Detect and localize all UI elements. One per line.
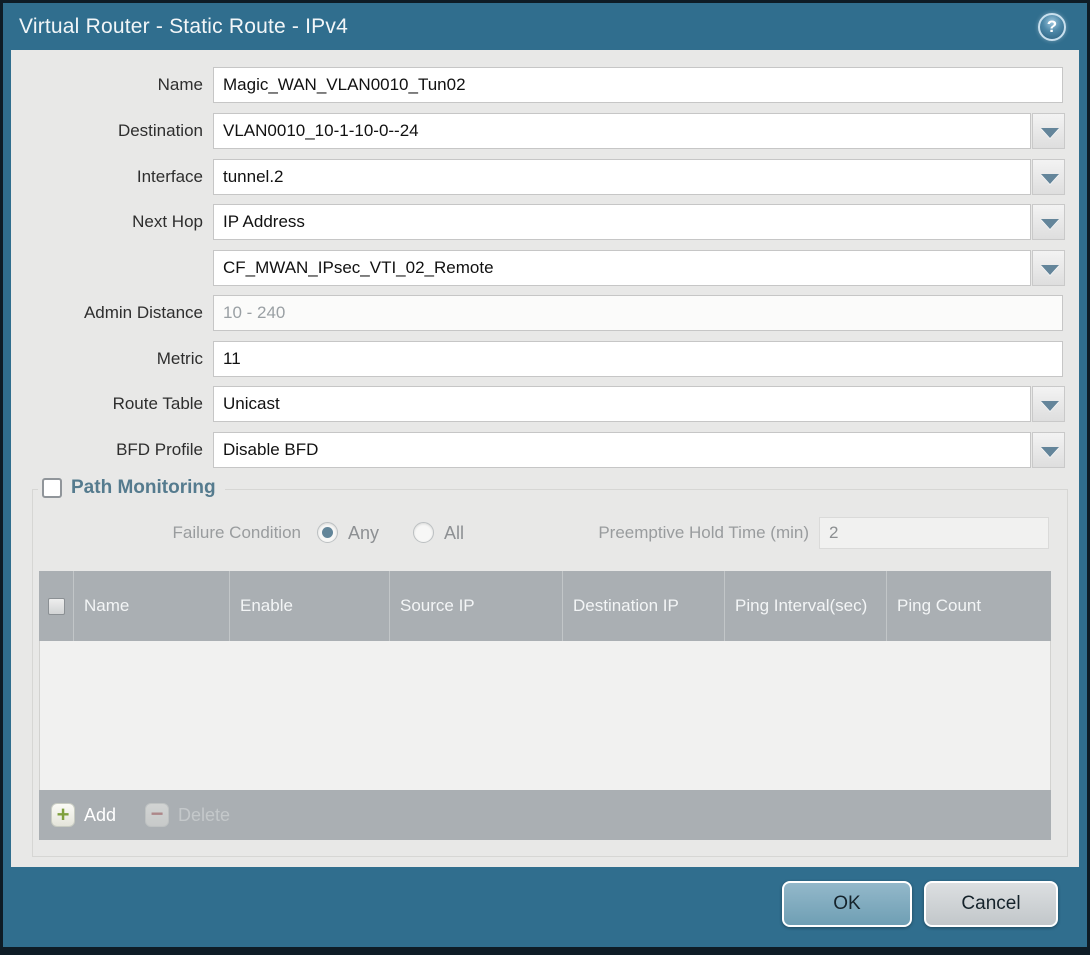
next-hop-address-label — [11, 250, 203, 286]
table-header-row: Name Enable Source IP Destination IP Pin… — [39, 571, 1051, 641]
interface-dropdown-button[interactable] — [1032, 159, 1065, 195]
admin-distance-input[interactable] — [213, 295, 1063, 331]
failure-condition-all-radio[interactable] — [413, 522, 434, 543]
failure-condition-any-label: Any — [348, 517, 379, 549]
route-table-dropdown-button[interactable] — [1032, 386, 1065, 422]
failure-condition-row: Failure Condition Any All Preemptive Hol… — [33, 517, 1067, 549]
next-hop-type-input[interactable] — [213, 204, 1031, 240]
ok-button[interactable]: OK — [782, 881, 912, 927]
table-header-destination-ip: Destination IP — [562, 571, 724, 641]
destination-dropdown-button[interactable] — [1032, 113, 1065, 149]
table-header-source-ip: Source IP — [389, 571, 562, 641]
name-label: Name — [11, 67, 203, 103]
static-route-dialog: Virtual Router - Static Route - IPv4 ? N… — [0, 0, 1090, 955]
table-header-enable: Enable — [229, 571, 389, 641]
route-table-label: Route Table — [11, 386, 203, 422]
next-hop-address-input[interactable] — [213, 250, 1031, 286]
form-row-metric: Metric — [11, 341, 1079, 377]
table-header-checkbox-cell — [39, 571, 73, 641]
admin-distance-label: Admin Distance — [11, 295, 203, 331]
table-header-ping-count: Ping Count — [886, 571, 1051, 641]
dialog-titlebar: Virtual Router - Static Route - IPv4 ? — [3, 3, 1087, 50]
preemptive-hold-time-label: Preemptive Hold Time (min) — [463, 517, 809, 549]
form-row-admin-distance: Admin Distance — [11, 295, 1079, 331]
form-row-name: Name — [11, 67, 1079, 103]
path-monitoring-title: Path Monitoring — [71, 477, 216, 499]
table-body-empty — [39, 641, 1051, 790]
delete-button[interactable]: − Delete — [145, 803, 230, 827]
destination-label: Destination — [11, 113, 203, 149]
name-input[interactable] — [213, 67, 1063, 103]
form-row-next-hop: Next Hop — [11, 204, 1079, 240]
destination-input[interactable] — [213, 113, 1031, 149]
preemptive-hold-time-input[interactable] — [819, 517, 1049, 549]
failure-condition-label: Failure Condition — [33, 517, 301, 549]
chevron-down-icon — [1041, 219, 1059, 229]
failure-condition-all-label: All — [444, 517, 464, 549]
metric-input[interactable] — [213, 341, 1063, 377]
cancel-button[interactable]: Cancel — [924, 881, 1058, 927]
plus-icon: + — [51, 803, 75, 827]
form-row-destination: Destination — [11, 113, 1079, 149]
chevron-down-icon — [1041, 401, 1059, 411]
select-all-checkbox[interactable] — [48, 598, 65, 615]
form-row-interface: Interface — [11, 159, 1079, 195]
route-table-input[interactable] — [213, 386, 1031, 422]
dialog-content: Name Destination Interface Next Hop — [11, 50, 1079, 867]
chevron-down-icon — [1041, 447, 1059, 457]
next-hop-label: Next Hop — [11, 204, 203, 240]
dialog-frame: Virtual Router - Static Route - IPv4 ? N… — [3, 3, 1087, 947]
add-button-label: Add — [84, 805, 116, 826]
bfd-profile-dropdown-button[interactable] — [1032, 432, 1065, 468]
table-header-ping-interval: Ping Interval(sec) — [724, 571, 886, 641]
chevron-down-icon — [1041, 174, 1059, 184]
dialog-footer: OK Cancel — [3, 867, 1087, 947]
metric-label: Metric — [11, 341, 203, 377]
bfd-profile-label: BFD Profile — [11, 432, 203, 468]
form-row-bfd-profile: BFD Profile — [11, 432, 1079, 468]
minus-icon: − — [145, 803, 169, 827]
page-title: Virtual Router - Static Route - IPv4 — [19, 3, 348, 50]
table-action-bar: + Add − Delete — [39, 790, 1051, 840]
interface-input[interactable] — [213, 159, 1031, 195]
add-button[interactable]: + Add — [51, 803, 116, 827]
path-monitoring-checkbox[interactable] — [42, 478, 62, 498]
failure-condition-any-radio[interactable] — [317, 522, 338, 543]
delete-button-label: Delete — [178, 805, 230, 826]
next-hop-address-dropdown-button[interactable] — [1032, 250, 1065, 286]
form-row-route-table: Route Table — [11, 386, 1079, 422]
path-monitoring-group: Path Monitoring Failure Condition Any Al… — [32, 489, 1068, 857]
table-header-name: Name — [73, 571, 229, 641]
chevron-down-icon — [1041, 265, 1059, 275]
next-hop-dropdown-button[interactable] — [1032, 204, 1065, 240]
path-monitoring-table: Name Enable Source IP Destination IP Pin… — [39, 571, 1051, 840]
help-icon[interactable]: ? — [1038, 13, 1066, 41]
bfd-profile-input[interactable] — [213, 432, 1031, 468]
chevron-down-icon — [1041, 128, 1059, 138]
form-row-next-hop-address — [11, 250, 1079, 286]
path-monitoring-legend: Path Monitoring — [38, 477, 225, 499]
interface-label: Interface — [11, 159, 203, 195]
